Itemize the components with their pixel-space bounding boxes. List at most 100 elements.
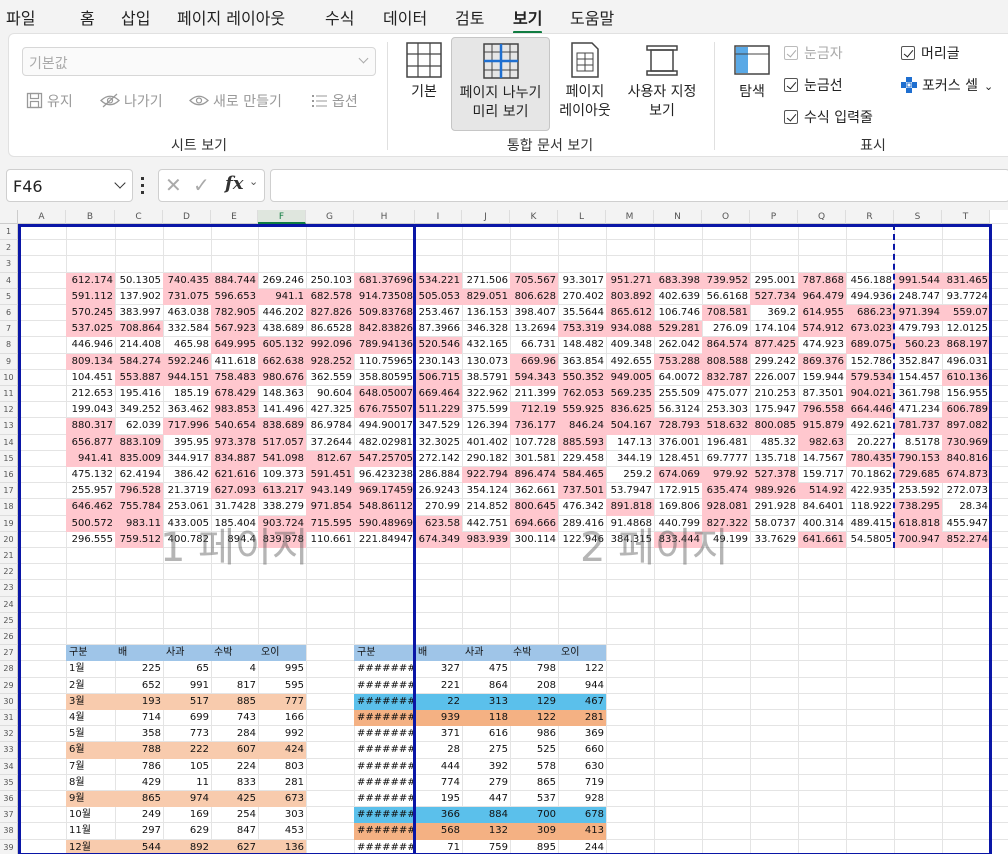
cell[interactable]: 847 [211, 823, 258, 839]
cell[interactable]: 774 [415, 775, 462, 791]
cell[interactable]: 739.952 [702, 272, 750, 289]
cancel-icon[interactable]: ✕ [165, 173, 182, 197]
cell[interactable]: 991 [163, 678, 211, 694]
cell[interactable]: 352.847 [894, 354, 942, 370]
cell[interactable]: 738.295 [894, 499, 942, 516]
cell[interactable]: 833 [211, 775, 258, 791]
cell[interactable]: 475.132 [66, 467, 115, 483]
cell[interactable]: 56.3124 [654, 402, 702, 418]
cell[interactable]: 681.37696 [354, 272, 415, 289]
cell[interactable]: 678 [558, 807, 606, 824]
cell[interactable]: 669.464 [415, 386, 462, 403]
cell[interactable]: 864.574 [702, 337, 750, 354]
column-header-D[interactable]: D [163, 210, 211, 224]
cell[interactable]: 627.093 [211, 483, 258, 500]
cell[interactable]: 517.057 [258, 434, 306, 451]
cell[interactable]: 614.955 [798, 305, 846, 322]
cell[interactable]: 수박 [211, 645, 258, 662]
cell[interactable]: 253.303 [702, 402, 750, 418]
cell[interactable]: 322.962 [462, 386, 510, 402]
cell[interactable]: 212.653 [66, 386, 115, 402]
column-header-Q[interactable]: Q [798, 210, 846, 224]
cell[interactable]: 865.612 [606, 305, 654, 322]
cell[interactable]: 362.661 [510, 483, 558, 499]
cell[interactable]: ######## [354, 726, 415, 742]
cell[interactable]: 64.0072 [654, 370, 702, 386]
cell[interactable]: 605.132 [258, 337, 306, 354]
cell[interactable]: 731.075 [163, 288, 211, 305]
cell[interactable]: 62.4194 [115, 467, 163, 483]
cell[interactable]: 719 [558, 775, 606, 791]
cell[interactable]: ######## [354, 775, 415, 791]
cell[interactable]: 275 [462, 742, 510, 758]
row-header-13[interactable]: 13 [0, 418, 18, 435]
cell[interactable]: 492.655 [606, 354, 654, 370]
cell[interactable]: 629 [163, 823, 211, 839]
cell[interactable]: 568 [415, 823, 462, 840]
cell[interactable]: 708.864 [115, 321, 163, 338]
headings-checkbox[interactable]: 머리글 [901, 43, 960, 63]
menu-tab-6[interactable]: 데이터 [383, 5, 427, 29]
cell[interactable]: 806.628 [510, 288, 558, 305]
cell[interactable]: 737.501 [558, 483, 606, 500]
cell[interactable]: 301.581 [510, 451, 558, 467]
column-header-O[interactable]: O [702, 210, 750, 224]
row-header-18[interactable]: 18 [0, 499, 18, 516]
cell[interactable]: 376.001 [654, 435, 702, 451]
menu-tab-3[interactable]: 삽입 [121, 5, 150, 29]
cell[interactable]: 438.689 [258, 321, 306, 337]
row-header-25[interactable]: 25 [0, 612, 18, 629]
cell[interactable]: 980.676 [258, 369, 306, 386]
row-header-31[interactable]: 31 [0, 710, 18, 727]
cell[interactable]: 332.584 [163, 321, 211, 337]
cell[interactable]: 249 [115, 807, 163, 823]
cell[interactable]: 230.143 [415, 354, 462, 370]
cell[interactable]: 363.462 [163, 402, 211, 418]
cell[interactable]: 2월 [66, 678, 115, 694]
cell[interactable]: 276.09 [702, 321, 750, 337]
cell[interactable]: 122 [558, 661, 606, 677]
cell[interactable]: 541.098 [258, 450, 306, 467]
cell[interactable]: 199.043 [66, 402, 115, 418]
cell[interactable]: 269.246 [258, 273, 306, 289]
cell[interactable]: 584.274 [115, 353, 163, 370]
cell[interactable]: 128.451 [654, 451, 702, 467]
cell[interactable]: 883.109 [115, 434, 163, 451]
cell[interactable]: 590.48969 [354, 515, 415, 532]
cell[interactable]: ######## [354, 791, 415, 807]
column-header-H[interactable]: H [354, 210, 415, 224]
focus-cell-button[interactable]: 포커스 셀 ⌄ [901, 75, 993, 95]
cell[interactable]: 구분 [66, 645, 115, 662]
cell[interactable]: 991.544 [894, 272, 942, 289]
page-border-left[interactable] [18, 224, 21, 854]
cell[interactable]: 132 [462, 823, 510, 840]
menu-tab-4[interactable]: 페이지 레이아웃 [177, 5, 285, 29]
ruler-checkbox[interactable]: 눈금자 [784, 43, 843, 63]
row-header-21[interactable]: 21 [0, 548, 18, 565]
cell[interactable]: 618.818 [894, 515, 942, 532]
cell[interactable]: 842.83826 [354, 321, 415, 338]
cell[interactable]: 358.80595 [354, 370, 415, 386]
cell[interactable]: 148.363 [258, 386, 306, 402]
cell[interactable]: 939 [415, 710, 462, 727]
cell[interactable]: 137.902 [115, 289, 163, 305]
cell[interactable]: 446.946 [66, 337, 115, 353]
cell[interactable]: 442.751 [462, 516, 510, 532]
cell[interactable]: 사과 [462, 645, 510, 662]
cell[interactable]: 559.925 [558, 402, 606, 419]
cell[interactable]: 607 [211, 742, 258, 759]
cell[interactable]: 714 [115, 710, 163, 726]
formula-input[interactable] [270, 169, 1008, 202]
navigation-button[interactable]: 탐색 [727, 37, 777, 131]
cell[interactable]: 592.246 [163, 353, 211, 370]
normal-view-button[interactable]: 기본 [399, 37, 449, 131]
cell[interactable]: 730.969 [942, 434, 990, 451]
cell[interactable]: 346.328 [462, 321, 510, 337]
cell[interactable]: 110.75965 [354, 354, 415, 370]
menu-tab-8[interactable]: 보기 [513, 5, 543, 34]
cell[interactable]: 635.474 [702, 483, 750, 500]
cell[interactable]: 578 [510, 759, 558, 775]
more-options-icon[interactable] [141, 177, 144, 194]
cell[interactable]: 979.92 [702, 467, 750, 484]
new-view-button[interactable]: 새로 만들기 [189, 91, 282, 111]
